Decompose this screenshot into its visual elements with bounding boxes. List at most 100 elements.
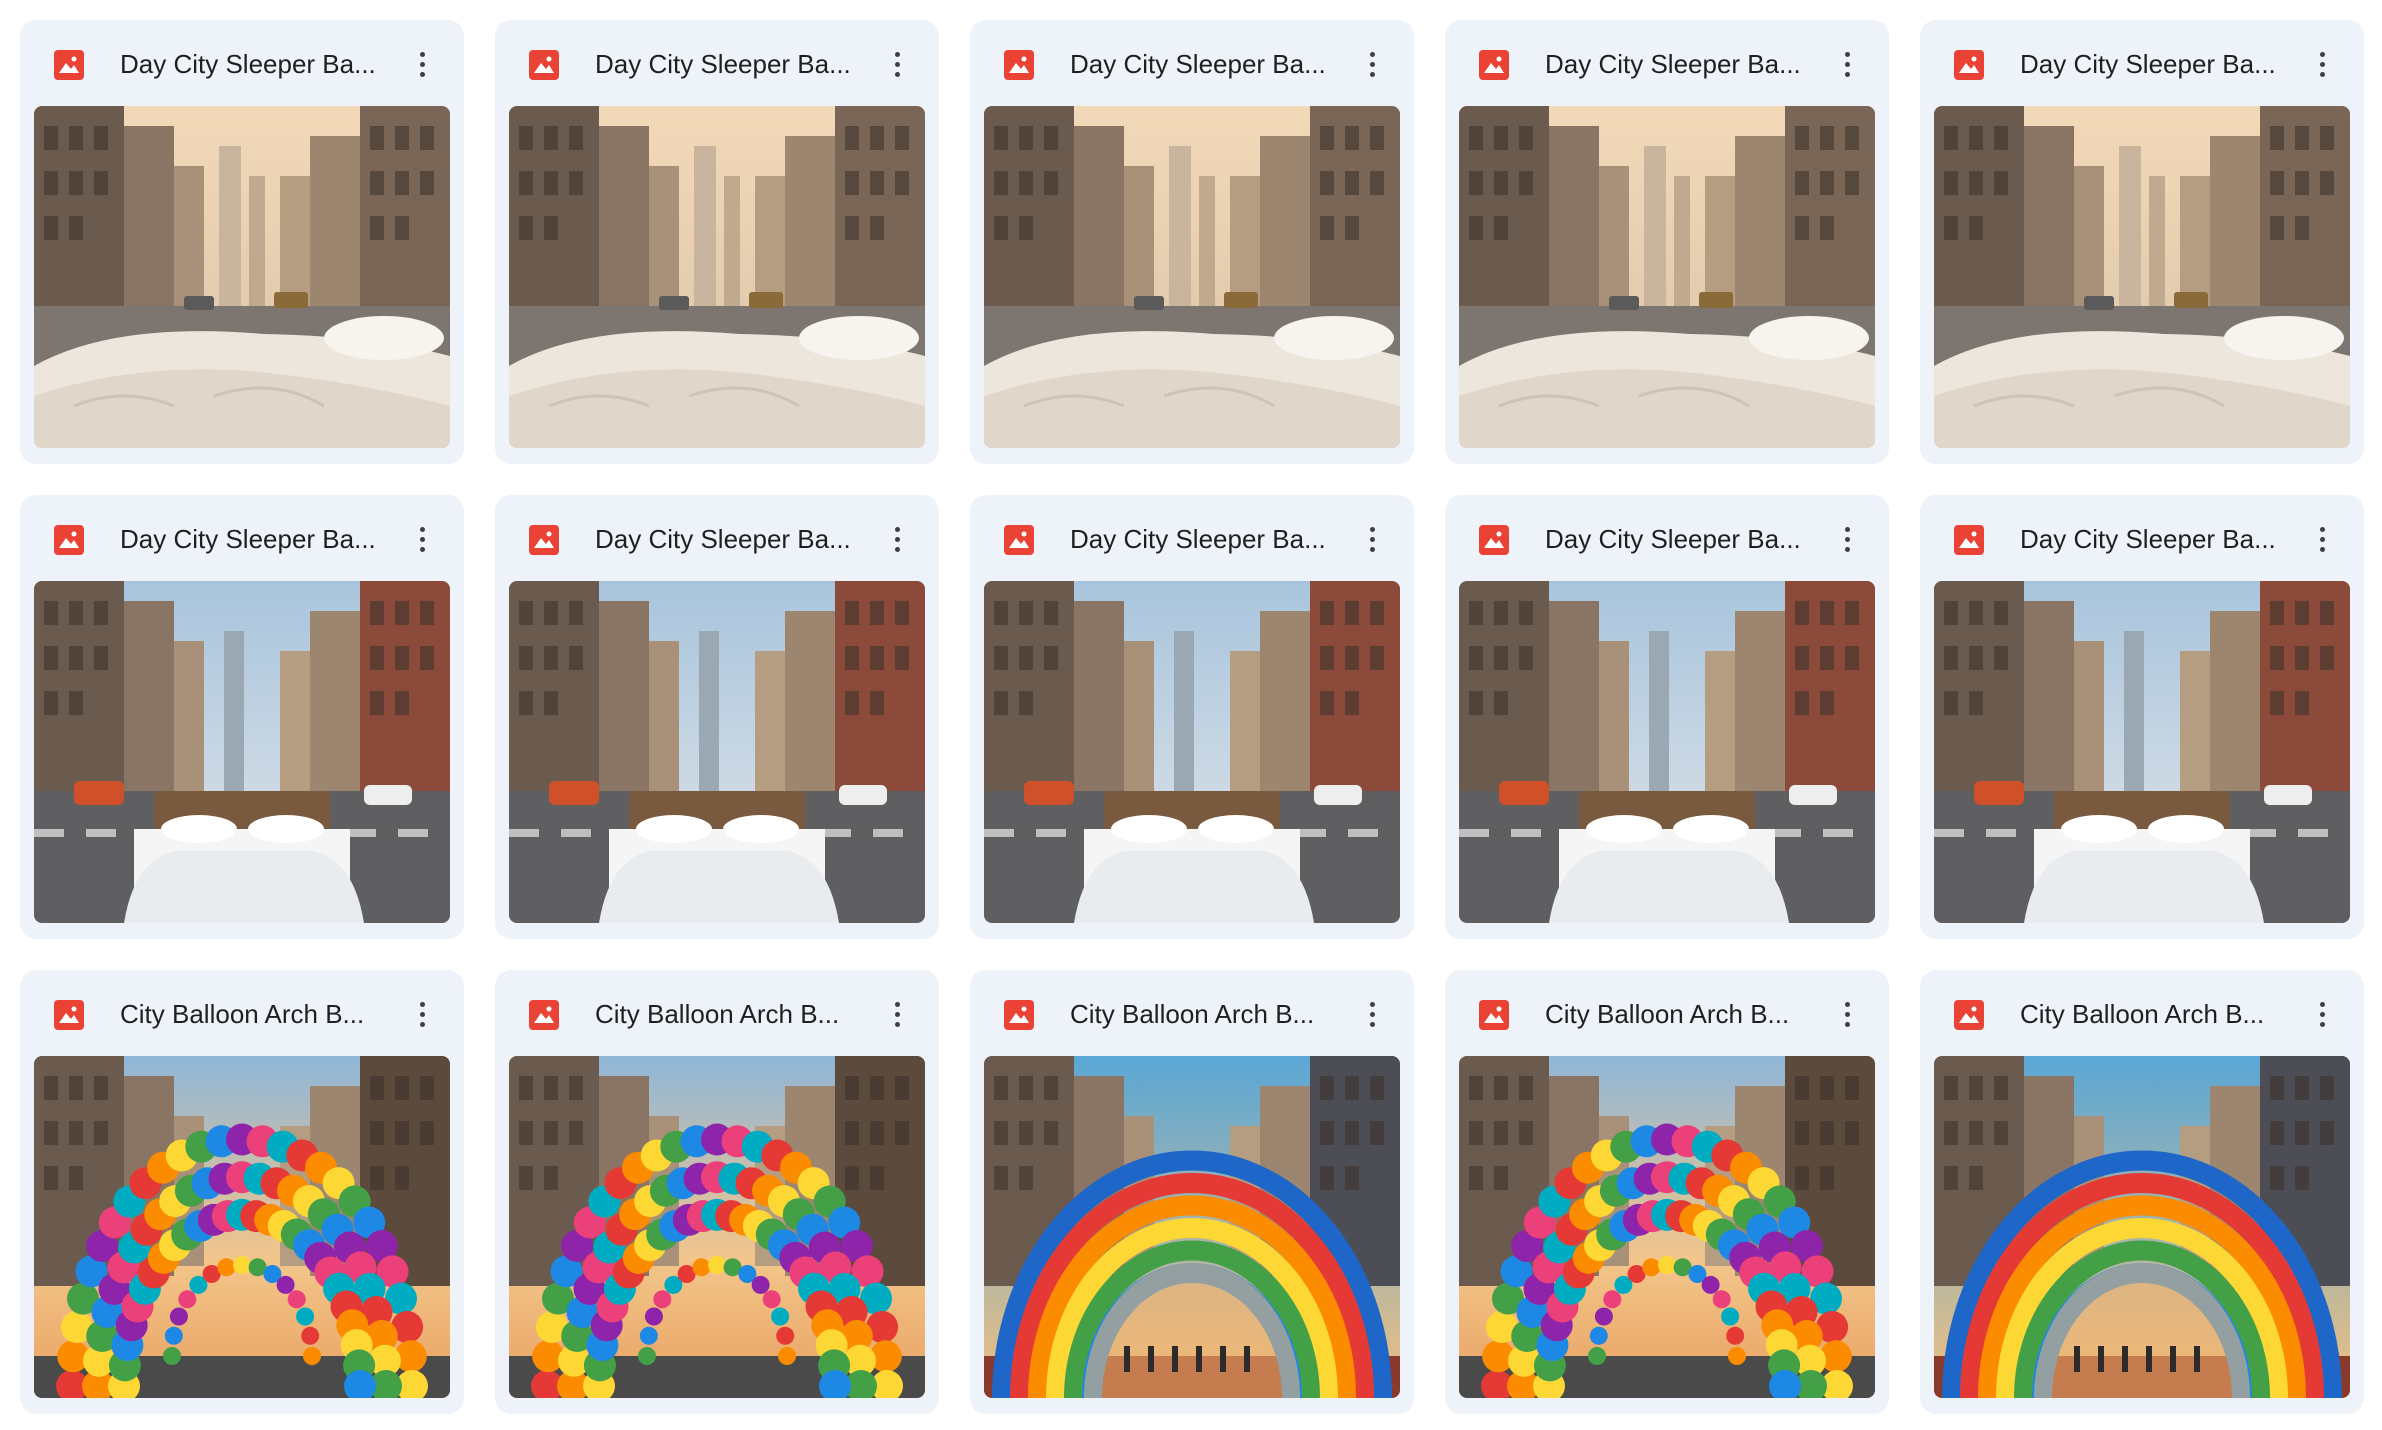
file-card-header: City Balloon Arch B... xyxy=(20,970,464,1056)
image-file-icon xyxy=(54,50,84,80)
thumbnail-image xyxy=(984,106,1400,448)
image-file-icon xyxy=(1004,1000,1034,1030)
dot xyxy=(2319,61,2325,67)
dot xyxy=(1844,1001,1850,1007)
dot xyxy=(1369,536,1375,542)
file-card-header: City Balloon Arch B... xyxy=(1445,970,1889,1056)
dot xyxy=(894,1011,900,1017)
file-thumbnail[interactable] xyxy=(509,1056,925,1398)
thumbnail-image xyxy=(1459,581,1875,923)
more-actions-icon[interactable] xyxy=(873,515,921,563)
file-card[interactable]: City Balloon Arch B... xyxy=(1445,970,1889,1414)
file-thumbnail[interactable] xyxy=(1934,106,2350,448)
dot xyxy=(2319,526,2325,532)
more-actions-icon[interactable] xyxy=(2298,990,2346,1038)
file-thumbnail[interactable] xyxy=(509,581,925,923)
file-card-header: Day City Sleeper Ba... xyxy=(20,495,464,581)
file-card[interactable]: Day City Sleeper Ba... xyxy=(970,495,1414,939)
file-card[interactable]: Day City Sleeper Ba... xyxy=(1920,20,2364,464)
dot xyxy=(419,546,425,552)
file-name: Day City Sleeper Ba... xyxy=(595,49,851,79)
file-card[interactable]: City Balloon Arch B... xyxy=(1920,970,2364,1414)
file-name: Day City Sleeper Ba... xyxy=(1545,524,1801,554)
thumbnail-image xyxy=(34,1056,450,1398)
file-card-header: City Balloon Arch B... xyxy=(970,970,1414,1056)
dot xyxy=(419,51,425,57)
file-thumbnail[interactable] xyxy=(1459,106,1875,448)
file-thumbnail[interactable] xyxy=(1934,581,2350,923)
more-actions-icon[interactable] xyxy=(398,515,446,563)
dot xyxy=(1844,61,1850,67)
more-actions-icon[interactable] xyxy=(1348,990,1396,1038)
dot xyxy=(419,61,425,67)
dot xyxy=(894,546,900,552)
file-thumbnail[interactable] xyxy=(509,106,925,448)
more-actions-icon[interactable] xyxy=(1823,990,1871,1038)
dot xyxy=(2319,546,2325,552)
file-card[interactable]: Day City Sleeper Ba... xyxy=(1445,495,1889,939)
dot xyxy=(894,61,900,67)
file-card[interactable]: Day City Sleeper Ba... xyxy=(970,20,1414,464)
dot xyxy=(1369,1011,1375,1017)
file-card[interactable]: Day City Sleeper Ba... xyxy=(1445,20,1889,464)
file-card[interactable]: City Balloon Arch B... xyxy=(20,970,464,1414)
file-card-header: Day City Sleeper Ba... xyxy=(495,20,939,106)
more-actions-icon[interactable] xyxy=(1823,515,1871,563)
thumbnail-image xyxy=(509,106,925,448)
file-thumbnail[interactable] xyxy=(34,1056,450,1398)
file-card[interactable]: Day City Sleeper Ba... xyxy=(20,20,464,464)
file-name: Day City Sleeper Ba... xyxy=(595,524,851,554)
file-name: Day City Sleeper Ba... xyxy=(120,49,376,79)
more-actions-icon[interactable] xyxy=(398,990,446,1038)
more-actions-icon[interactable] xyxy=(1348,515,1396,563)
file-thumbnail[interactable] xyxy=(984,581,1400,923)
image-file-icon xyxy=(54,525,84,555)
dot xyxy=(894,71,900,77)
more-actions-icon[interactable] xyxy=(1348,40,1396,88)
file-card[interactable]: Day City Sleeper Ba... xyxy=(495,495,939,939)
more-actions-icon[interactable] xyxy=(873,40,921,88)
dot xyxy=(1844,546,1850,552)
file-thumbnail[interactable] xyxy=(984,106,1400,448)
image-file-icon xyxy=(1954,1000,1984,1030)
dot xyxy=(419,526,425,532)
more-actions-icon[interactable] xyxy=(398,40,446,88)
file-card[interactable]: Day City Sleeper Ba... xyxy=(1920,495,2364,939)
file-card-header: Day City Sleeper Ba... xyxy=(495,495,939,581)
image-file-icon xyxy=(529,50,559,80)
more-actions-icon[interactable] xyxy=(873,990,921,1038)
dot xyxy=(2319,1001,2325,1007)
file-thumbnail[interactable] xyxy=(1934,1056,2350,1398)
file-card[interactable]: Day City Sleeper Ba... xyxy=(495,20,939,464)
file-name: City Balloon Arch B... xyxy=(2020,999,2265,1029)
file-thumbnail[interactable] xyxy=(34,106,450,448)
file-card[interactable]: City Balloon Arch B... xyxy=(970,970,1414,1414)
more-actions-icon[interactable] xyxy=(2298,40,2346,88)
dot xyxy=(2319,51,2325,57)
more-actions-icon[interactable] xyxy=(1823,40,1871,88)
thumbnail-image xyxy=(1934,1056,2350,1398)
file-card-header: Day City Sleeper Ba... xyxy=(1920,495,2364,581)
file-name: Day City Sleeper Ba... xyxy=(120,524,376,554)
dot xyxy=(894,1001,900,1007)
file-thumbnail[interactable] xyxy=(34,581,450,923)
file-name: Day City Sleeper Ba... xyxy=(1070,524,1326,554)
image-file-icon xyxy=(1479,1000,1509,1030)
dot xyxy=(1369,51,1375,57)
file-thumbnail[interactable] xyxy=(1459,1056,1875,1398)
file-name: Day City Sleeper Ba... xyxy=(2020,524,2276,554)
dot xyxy=(1844,1011,1850,1017)
thumbnail-image xyxy=(984,1056,1400,1398)
file-name: City Balloon Arch B... xyxy=(1070,999,1315,1029)
file-thumbnail[interactable] xyxy=(1459,581,1875,923)
image-file-icon xyxy=(1954,525,1984,555)
file-card-header: Day City Sleeper Ba... xyxy=(1445,495,1889,581)
file-card[interactable]: Day City Sleeper Ba... xyxy=(20,495,464,939)
image-file-icon xyxy=(1954,50,1984,80)
file-card[interactable]: City Balloon Arch B... xyxy=(495,970,939,1414)
file-card-header: Day City Sleeper Ba... xyxy=(1920,20,2364,106)
file-card-header: Day City Sleeper Ba... xyxy=(1445,20,1889,106)
image-file-icon xyxy=(1004,50,1034,80)
more-actions-icon[interactable] xyxy=(2298,515,2346,563)
file-thumbnail[interactable] xyxy=(984,1056,1400,1398)
